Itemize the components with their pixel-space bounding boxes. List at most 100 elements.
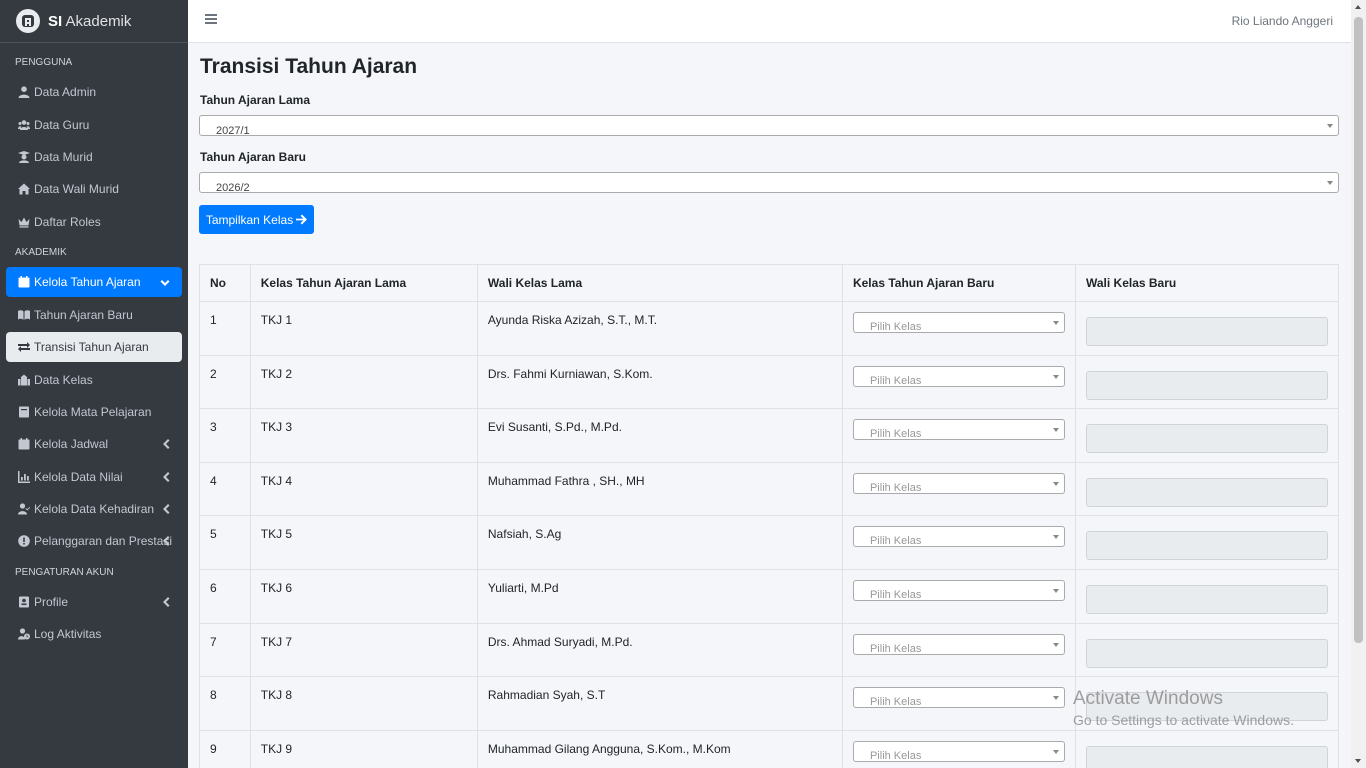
- sidebar-item-label: Data Admin: [34, 85, 97, 99]
- row-kelas-lama: TKJ 1: [249, 301, 478, 356]
- new-homeroom-input: [1085, 638, 1328, 668]
- row-wali-baru-cell: [1074, 301, 1340, 356]
- sidebar-item-kelola-data-kehadiran[interactable]: Kelola Data Kehadiran: [6, 494, 182, 524]
- sidebar-item-label: Kelola Data Nilai: [34, 470, 123, 484]
- row-no: 9: [199, 729, 251, 768]
- new-class-placeholder: Pilih Kelas: [869, 535, 922, 548]
- new-class-select[interactable]: Pilih Kelas: [852, 312, 1065, 333]
- sidebar-item-data-guru[interactable]: Data Guru: [6, 110, 182, 140]
- row-wali-baru-cell: [1074, 676, 1340, 731]
- new-homeroom-input: [1085, 584, 1328, 614]
- new-class-placeholder: Pilih Kelas: [869, 428, 922, 441]
- chevron-left-icon: [162, 438, 170, 449]
- arrow-right-icon: [296, 214, 308, 225]
- sidebar-item-kelola-tahun-ajaran[interactable]: Kelola Tahun Ajaran: [6, 267, 182, 297]
- new-class-select[interactable]: Pilih Kelas: [852, 579, 1065, 601]
- sidebar-item-label: Data Murid: [34, 150, 93, 164]
- scroll-down-icon[interactable]: [1355, 759, 1361, 763]
- graduation-icon: [17, 151, 30, 164]
- calendar-icon: [17, 276, 30, 289]
- new-class-select[interactable]: Pilih Kelas: [852, 419, 1065, 441]
- page-title: Transisi Tahun Ajaran: [200, 55, 418, 78]
- row-no: 2: [199, 354, 251, 410]
- brand-logo-icon: [16, 9, 40, 33]
- new-class-placeholder: Pilih Kelas: [869, 374, 922, 387]
- row-kelas-baru-cell: Pilih Kelas: [841, 676, 1076, 731]
- sidebar-item-transisi-tahun-ajaran[interactable]: Transisi Tahun Ajaran: [6, 332, 182, 362]
- old-year-value: 2027/1: [216, 125, 250, 137]
- user-name[interactable]: Rio Liando Anggeri: [1232, 14, 1333, 28]
- new-class-placeholder: Pilih Kelas: [869, 696, 922, 709]
- new-homeroom-input: [1085, 424, 1328, 454]
- new-class-select[interactable]: Pilih Kelas: [852, 633, 1065, 655]
- row-wali-baru-cell: [1074, 729, 1340, 768]
- new-class-placeholder: Pilih Kelas: [869, 588, 922, 601]
- sidebar-item-tahun-ajaran-baru[interactable]: Tahun Ajaran Baru: [6, 300, 182, 330]
- scroll-up-icon[interactable]: [1355, 5, 1361, 9]
- sidebar-item-label: Log Aktivitas: [34, 627, 102, 641]
- new-homeroom-input: [1085, 531, 1328, 561]
- sidebar-item-data-wali-murid[interactable]: Data Wali Murid: [6, 174, 182, 204]
- caret-down-icon: [1052, 428, 1059, 433]
- sidebar-item-kelola-mata-pelajaran[interactable]: Kelola Mata Pelajaran: [6, 397, 182, 427]
- scrollbar-thumb[interactable]: [1354, 17, 1363, 643]
- sidebar-item-kelola-data-nilai[interactable]: Kelola Data Nilai: [6, 462, 182, 492]
- row-wali-lama: Muhammad Gilang Angguna, S.Kom., M.Kom: [476, 729, 843, 768]
- row-wali-baru-cell: [1074, 354, 1340, 410]
- caret-down-icon: [1327, 124, 1333, 128]
- sidebar-item-data-kelas[interactable]: Data Kelas: [6, 365, 182, 395]
- row-kelas-baru-cell: Pilih Kelas: [841, 729, 1076, 768]
- new-class-select[interactable]: Pilih Kelas: [852, 740, 1065, 762]
- sidebar-item-kelola-jadwal[interactable]: Kelola Jadwal: [6, 429, 182, 459]
- caret-down-icon: [1052, 749, 1059, 754]
- user-check-icon: [17, 503, 30, 516]
- sidebar: SI Akademik PENGGUNA Data Admin Data Gur…: [0, 0, 188, 768]
- caret-down-icon: [1052, 374, 1059, 379]
- sidebar-item-log-aktivitas[interactable]: Log Aktivitas: [6, 619, 182, 649]
- sidebar-item-label: Kelola Tahun Ajaran: [34, 275, 141, 289]
- chart-icon: [17, 471, 30, 484]
- row-no: 4: [199, 461, 251, 517]
- sidebar-item-pelanggaran-dan-prestasi[interactable]: Pelanggaran dan Prestasi: [6, 526, 182, 556]
- new-class-select[interactable]: Pilih Kelas: [852, 365, 1065, 387]
- brand[interactable]: SI Akademik: [0, 0, 188, 43]
- row-wali-lama: Ayunda Riska Azizah, S.T., M.T.: [476, 301, 843, 356]
- new-homeroom-input: [1085, 317, 1328, 346]
- caret-down-icon: [1327, 181, 1333, 185]
- new-class-select[interactable]: Pilih Kelas: [852, 687, 1065, 709]
- new-homeroom-input: [1085, 745, 1328, 768]
- calendar-check-icon: [17, 438, 30, 451]
- new-homeroom-input: [1085, 692, 1328, 722]
- new-year-select[interactable]: 2026/2: [199, 172, 1339, 194]
- brand-rest: Akademik: [65, 12, 132, 30]
- new-class-placeholder: Pilih Kelas: [869, 642, 922, 655]
- table-row: 4 TKJ 4 Muhammad Fathra , SH., MH Pilih Kel…: [199, 461, 1340, 517]
- new-class-select[interactable]: Pilih Kelas: [852, 472, 1065, 494]
- row-kelas-lama: TKJ 5: [249, 515, 478, 570]
- row-kelas-baru-cell: Pilih Kelas: [841, 515, 1076, 570]
- chevron-left-icon: [162, 596, 170, 607]
- page-scrollbar[interactable]: [1351, 0, 1366, 768]
- table-row: 2 TKJ 2 Drs. Fahmi Kurniawan, S.Kom. Pilih …: [199, 354, 1340, 410]
- row-no: 7: [199, 622, 251, 678]
- row-kelas-lama: TKJ 4: [249, 461, 478, 517]
- exchange-icon: [17, 341, 30, 354]
- chevron-left-icon: [162, 471, 170, 482]
- show-classes-button[interactable]: Tampilkan Kelas: [199, 205, 314, 234]
- row-wali-baru-cell: [1074, 461, 1340, 517]
- home-icon: [17, 183, 30, 196]
- sidebar-item-profile[interactable]: Profile: [6, 587, 182, 617]
- new-class-select[interactable]: Pilih Kelas: [852, 526, 1065, 548]
- sidebar-item-data-admin[interactable]: Data Admin: [6, 77, 182, 107]
- table-row: 6 TKJ 6 Yuliarti, M.Pd Pilih Kelas: [199, 568, 1340, 624]
- menu-toggle-icon[interactable]: [205, 14, 217, 26]
- row-kelas-lama: TKJ 3: [249, 408, 478, 463]
- sidebar-item-data-murid[interactable]: Data Murid: [6, 142, 182, 172]
- old-year-label: Tahun Ajaran Lama: [200, 93, 311, 107]
- show-classes-label: Tampilkan Kelas: [205, 212, 294, 227]
- table-row: 7 TKJ 7 Drs. Ahmad Suryadi, M.Pd. Pilih Kel…: [199, 622, 1340, 678]
- old-year-select[interactable]: 2027/1: [199, 115, 1339, 137]
- chevron-left-icon: [162, 503, 170, 514]
- row-no: 6: [199, 568, 251, 624]
- sidebar-item-daftar-roles[interactable]: Daftar Roles: [6, 207, 182, 237]
